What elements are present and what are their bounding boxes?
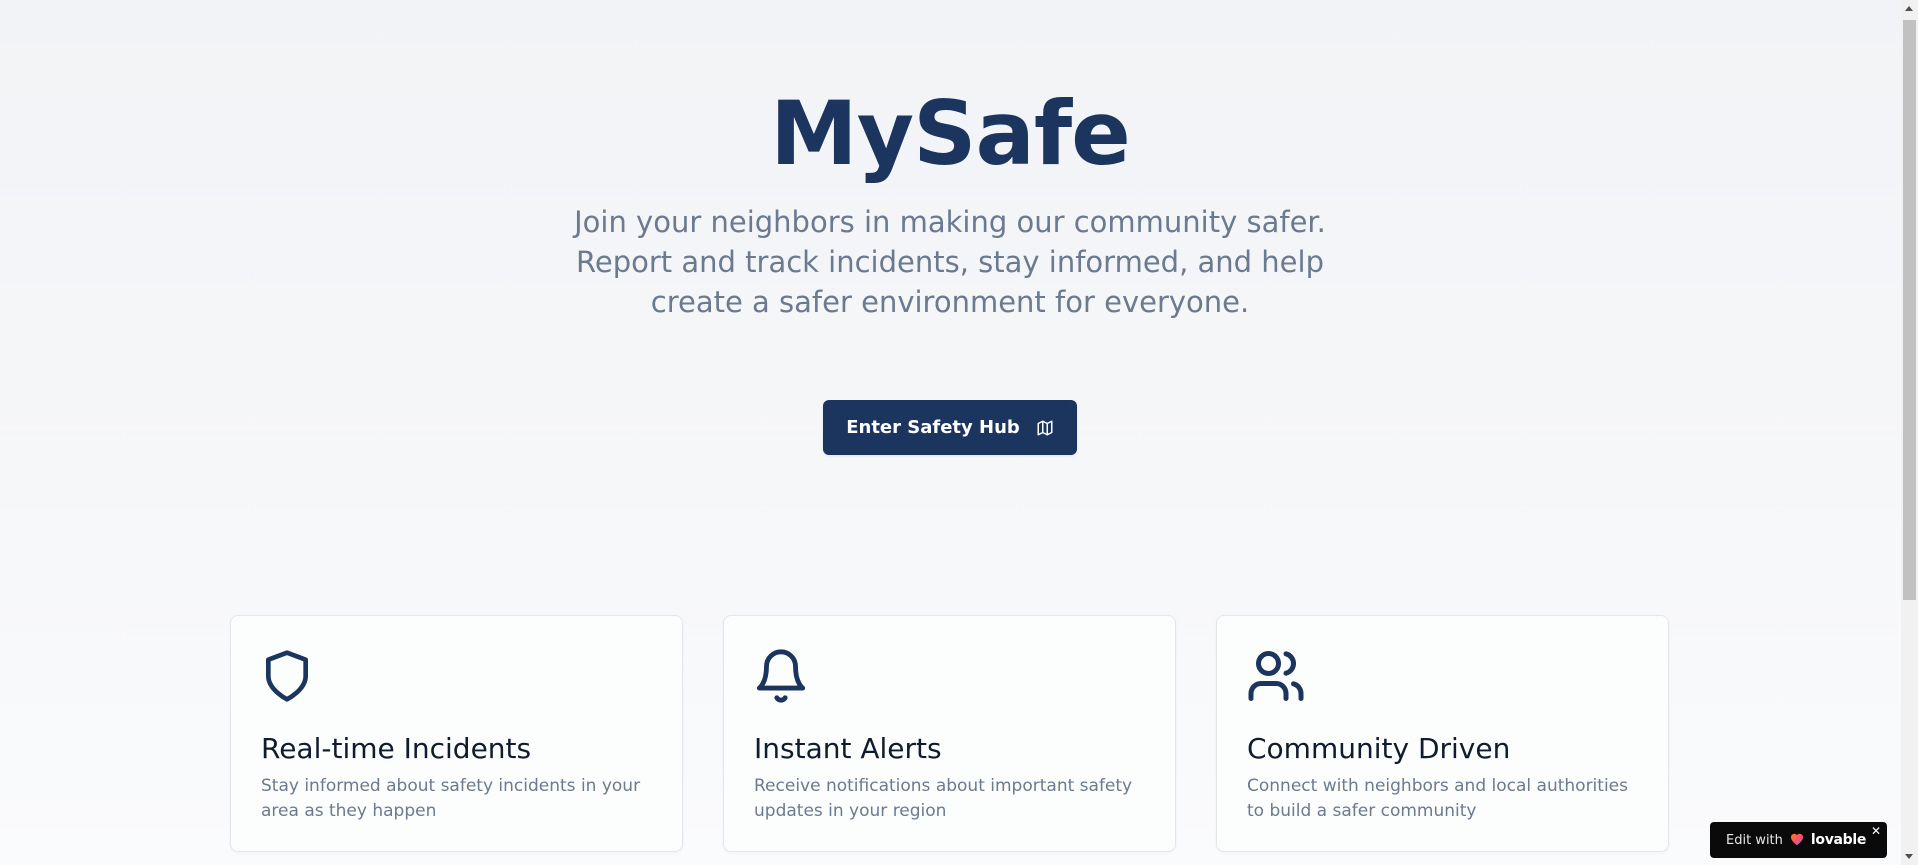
map-icon (1036, 419, 1054, 437)
heart-icon (1789, 831, 1805, 850)
feature-card-community-driven: Community Driven Connect with neighbors … (1216, 615, 1669, 852)
scroll-up-icon[interactable] (1905, 6, 1913, 11)
feature-description: Connect with neighbors and local authori… (1247, 776, 1628, 821)
enter-safety-hub-label: Enter Safety Hub (846, 417, 1020, 438)
badge-brand: lovable (1810, 832, 1867, 848)
badge-prefix: Edit with (1726, 832, 1783, 848)
bell-icon (752, 646, 810, 710)
close-icon[interactable]: ✕ (1871, 824, 1881, 838)
page-scrollbar[interactable] (1901, 0, 1918, 865)
shield-icon (259, 646, 315, 710)
feature-card-instant-alerts: Instant Alerts Receive notifications abo… (723, 615, 1176, 852)
edit-with-lovable-badge[interactable]: Edit with lovable ✕ (1710, 822, 1887, 858)
feature-card-real-time-incidents: Real-time Incidents Stay informed about … (230, 615, 683, 852)
feature-title: Community Driven (1247, 732, 1511, 765)
scroll-thumb[interactable] (1903, 20, 1916, 600)
feature-title: Real-time Incidents (261, 732, 532, 765)
scroll-down-icon[interactable] (1905, 854, 1913, 859)
feature-title: Instant Alerts (754, 732, 942, 765)
feature-description: Stay informed about safety incidents in … (261, 776, 641, 821)
feature-description: Receive notifications about important sa… (754, 776, 1133, 821)
enter-safety-hub-button[interactable]: Enter Safety Hub (823, 400, 1077, 455)
users-icon (1245, 646, 1307, 710)
page-title: MySafe (770, 82, 1131, 185)
hero-subtitle: Join your neighbors in making our commun… (574, 205, 1326, 319)
